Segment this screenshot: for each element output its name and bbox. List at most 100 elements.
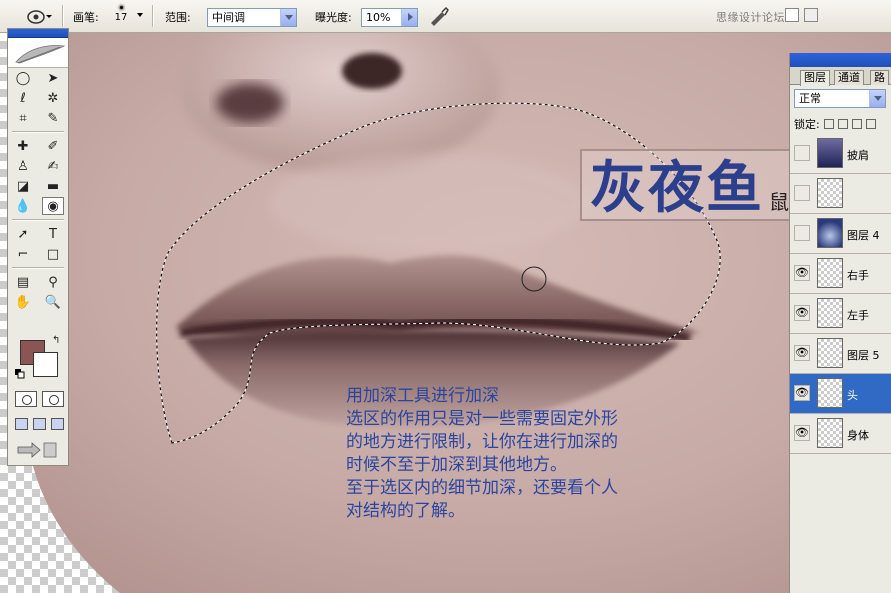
tools-palette: ◯ ➤ ℓ ✲ ⌗ ✎ ✚ ✐ ♙ ✍ ◪ ▬ 💧 ◉ ➚ T ⌐ □ ▤ ⚲ ✋ 🔍 ↰ <box>7 28 69 466</box>
visibility-eye-icon[interactable]: 👁 <box>794 145 810 161</box>
photoshop-feather-icon[interactable] <box>8 38 68 68</box>
swap-colors-icon[interactable]: ↰ <box>52 335 60 346</box>
type-icon[interactable]: T <box>42 225 64 243</box>
history-brush-icon[interactable]: ✍ <box>42 157 64 175</box>
layer-thumbnail <box>817 218 843 248</box>
standard-mode-icon[interactable] <box>14 391 37 407</box>
standard-screen-icon[interactable] <box>14 418 28 430</box>
chevron-down-icon[interactable] <box>280 9 296 26</box>
lock-label: 锁定: <box>794 118 820 131</box>
pen-icon[interactable]: ⌐ <box>12 245 34 263</box>
panel-tabs: 图层 通道 路 <box>790 67 891 86</box>
layers-panel: 图层 通道 路 正常 锁定: 👁披肩👁👁图层 4👁右手👁左手👁图层 5👁头👁身体 <box>789 53 891 593</box>
lock-position-icon[interactable] <box>851 119 862 129</box>
tab-channels[interactable]: 通道 <box>834 70 864 85</box>
exposure-input[interactable]: 10% <box>361 8 418 27</box>
move-icon[interactable]: ➤ <box>42 69 64 87</box>
tab-layers[interactable]: 图层 <box>800 70 830 86</box>
full-screen-menu-icon[interactable] <box>32 418 46 430</box>
logo-title: 灰夜鱼 <box>590 156 764 221</box>
background-color-swatch[interactable] <box>33 352 58 377</box>
eyedropper-icon[interactable]: ⚲ <box>42 273 64 291</box>
slice-icon[interactable]: ✎ <box>42 109 64 127</box>
brush-label: 画笔: <box>73 11 99 24</box>
layer-row[interactable]: 👁 图层 4 <box>790 214 891 254</box>
layer-row[interactable]: 👁 身体 <box>790 414 891 454</box>
note-line: 选区的作用只是对一些需要固定外形 <box>346 409 618 429</box>
chevron-down-icon[interactable] <box>137 13 143 17</box>
note-line: 的地方进行限制，让你在进行加深的 <box>346 432 618 452</box>
layer-row[interactable]: 👁 左手 <box>790 294 891 334</box>
divider <box>12 267 64 269</box>
exposure-value: 10% <box>366 11 391 24</box>
tutorial-note: 用加深工具进行加深 选区的作用只是对一些需要固定外形 的地方进行限制，让你在进行… <box>346 385 746 523</box>
blend-mode-select[interactable]: 正常 <box>794 89 886 108</box>
layer-name: 右手 <box>847 269 869 282</box>
visibility-eye-icon[interactable]: 👁 <box>794 385 810 401</box>
quick-mask-toggle <box>12 391 66 409</box>
note-line: 至于选区内的细节加深，还要看个人 <box>346 478 618 498</box>
divider <box>12 219 64 221</box>
visibility-eye-icon[interactable]: 👁 <box>794 425 810 441</box>
divider <box>12 131 64 133</box>
eraser-icon[interactable]: ◪ <box>12 177 34 195</box>
path-selection-icon[interactable]: ➚ <box>12 225 34 243</box>
brush-size: 17 <box>114 12 128 23</box>
blend-mode-value: 正常 <box>799 92 821 105</box>
crop-icon[interactable]: ⌗ <box>12 109 34 127</box>
layer-row[interactable]: 👁 披肩 <box>790 134 891 174</box>
lock-pixels-icon[interactable] <box>837 119 848 129</box>
zoom-icon[interactable]: 🔍 <box>42 293 64 311</box>
layer-row[interactable]: 👁 <box>790 174 891 214</box>
gradient-icon[interactable]: ▬ <box>42 177 64 195</box>
visibility-eye-icon[interactable]: 👁 <box>794 265 810 281</box>
burn-tool-preset-icon[interactable] <box>25 6 53 26</box>
brush-preset-picker[interactable]: 17 <box>110 3 132 31</box>
palette-well-icon[interactable] <box>785 8 799 22</box>
lasso-icon[interactable]: ℓ <box>12 89 34 107</box>
range-select[interactable]: 中间调 <box>207 8 297 27</box>
clone-stamp-icon[interactable]: ♙ <box>12 157 34 175</box>
burn-tool-icon[interactable]: ◉ <box>42 197 64 215</box>
marquee-icon[interactable]: ◯ <box>12 69 34 87</box>
visibility-eye-icon[interactable]: 👁 <box>794 345 810 361</box>
default-colors-icon[interactable] <box>15 369 25 379</box>
palette-well-icon[interactable] <box>804 8 818 22</box>
layers-titlebar[interactable] <box>790 53 891 67</box>
chevron-right-icon[interactable] <box>401 9 417 26</box>
notes-icon[interactable]: ▤ <box>12 273 34 291</box>
visibility-eye-icon[interactable]: 👁 <box>794 185 810 201</box>
layer-row[interactable]: 👁 图层 5 <box>790 334 891 374</box>
layer-name: 图层 4 <box>847 229 880 242</box>
quick-mask-icon[interactable] <box>41 391 64 407</box>
lock-transparency-icon[interactable] <box>823 119 834 129</box>
airbrush-icon[interactable] <box>428 6 452 26</box>
screen-mode-toggle <box>12 418 66 432</box>
jump-to-imageready-icon[interactable] <box>16 441 60 459</box>
hand-icon[interactable]: ✋ <box>12 293 34 311</box>
tab-paths[interactable]: 路 <box>870 70 889 85</box>
layer-row[interactable]: 👁 头 <box>790 374 891 414</box>
note-line: 用加深工具进行加深 <box>346 386 499 406</box>
layer-thumbnail <box>817 378 843 408</box>
shape-icon[interactable]: □ <box>42 245 64 263</box>
magic-wand-icon[interactable]: ✲ <box>42 89 64 107</box>
range-label: 范围: <box>165 11 191 24</box>
layer-list: 👁披肩👁👁图层 4👁右手👁左手👁图层 5👁头👁身体 <box>790 134 891 454</box>
healing-brush-icon[interactable]: ✚ <box>12 137 34 155</box>
note-line: 对结构的了解。 <box>346 501 465 521</box>
lock-all-icon[interactable] <box>865 119 876 129</box>
brush-icon[interactable]: ✐ <box>42 137 64 155</box>
layer-thumbnail <box>817 338 843 368</box>
visibility-eye-icon[interactable]: 👁 <box>794 305 810 321</box>
note-line: 时候不至于加深到其他地方。 <box>346 455 567 475</box>
document-canvas[interactable]: 灰夜鱼 鼠绘教程系列 用加深工具进行加深 选区的作用只是对一些需要固定外形 的地… <box>0 33 891 593</box>
layer-name: 身体 <box>847 429 869 442</box>
blur-icon[interactable]: 💧 <box>12 197 34 215</box>
chevron-down-icon[interactable] <box>869 90 885 107</box>
layer-row[interactable]: 👁 右手 <box>790 254 891 294</box>
tools-titlebar[interactable] <box>8 29 68 38</box>
visibility-eye-icon[interactable]: 👁 <box>794 225 810 241</box>
full-screen-icon[interactable] <box>50 418 64 430</box>
exposure-label: 曝光度: <box>315 11 352 24</box>
